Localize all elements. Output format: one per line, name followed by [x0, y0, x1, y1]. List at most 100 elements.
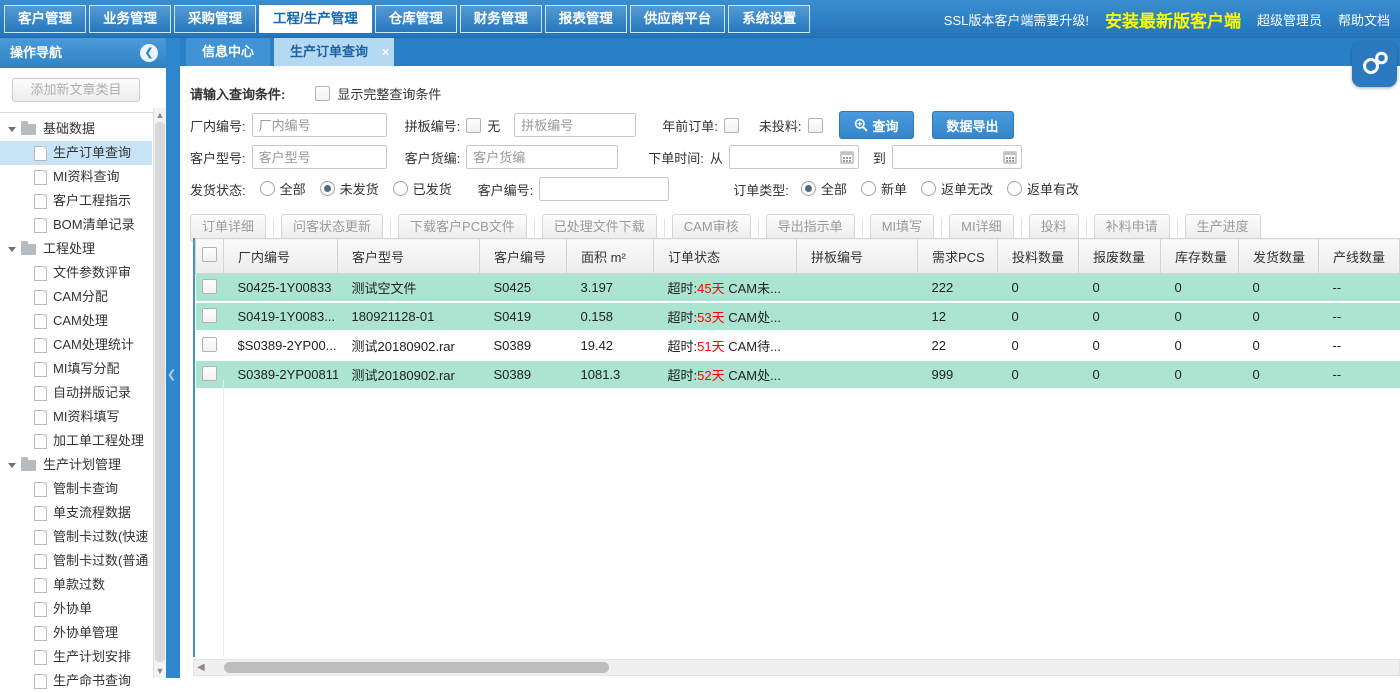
tree-item-客户工程指示[interactable]: 客户工程指示: [0, 189, 152, 213]
tree-item-CAM分配[interactable]: CAM分配: [0, 285, 152, 309]
select-all-checkbox[interactable]: [202, 247, 217, 262]
column-header-产线数量[interactable]: 产线数量: [1319, 239, 1400, 274]
tree-item-生产订单查询[interactable]: 生产订单查询: [0, 141, 152, 165]
tree-item-基础数据[interactable]: 基础数据: [0, 117, 152, 141]
tree-item-MI资料填写[interactable]: MI资料填写: [0, 405, 152, 429]
topnav-tab-财务管理[interactable]: 财务管理: [460, 5, 542, 33]
calendar-icon[interactable]: [840, 150, 854, 164]
caret-down-icon[interactable]: [8, 247, 16, 252]
column-header-客户编号[interactable]: 客户编号: [480, 239, 567, 274]
scroll-down-icon[interactable]: ▼: [154, 666, 166, 676]
factory-no-input[interactable]: [252, 113, 387, 137]
ship-status-option-已发货[interactable]: 已发货: [393, 179, 452, 198]
sidebar-scrollbar-thumb[interactable]: [155, 122, 165, 662]
tree-item-CAM处理统计[interactable]: CAM处理统计: [0, 333, 152, 357]
toolbar-divider: [758, 219, 759, 237]
search-button[interactable]: 查询: [839, 111, 914, 139]
pane-splitter[interactable]: ❮: [166, 38, 180, 678]
row-checkbox[interactable]: [202, 337, 217, 352]
topnav-tab-仓库管理[interactable]: 仓库管理: [375, 5, 457, 33]
calendar-icon[interactable]: [1003, 150, 1017, 164]
panel-no-input[interactable]: [514, 113, 636, 137]
tree-item-MI填写分配[interactable]: MI填写分配: [0, 357, 152, 381]
customer-code-input[interactable]: [466, 145, 618, 169]
caret-down-icon[interactable]: [8, 127, 16, 132]
column-header-面积 m²[interactable]: 面积 m²: [567, 239, 654, 274]
panel-none-checkbox[interactable]: [466, 118, 481, 133]
tree-item-MI资料查询[interactable]: MI资料查询: [0, 165, 152, 189]
table-row[interactable]: S0389-2YP00811测试20180902.rarS03891081.3超…: [196, 360, 1400, 389]
customer-no-input[interactable]: [539, 177, 669, 201]
table-row[interactable]: $S0389-2YP00...测试20180902.rarS038919.42超…: [196, 331, 1400, 360]
row-checkbox[interactable]: [202, 279, 217, 294]
row-checkbox[interactable]: [202, 366, 217, 381]
table-row[interactable]: S0425-1Y00833测试空文件S04253.197超时:45天 CAM未.…: [196, 274, 1400, 303]
tree-item-生产命书查询[interactable]: 生产命书查询: [0, 669, 152, 693]
show-full-conditions-checkbox[interactable]: [315, 86, 330, 101]
close-icon[interactable]: ×: [382, 38, 389, 66]
topnav-tab-供应商平台[interactable]: 供应商平台: [630, 5, 726, 33]
sidebar-scrollbar[interactable]: ▲ ▼: [153, 108, 166, 678]
column-header-订单状态[interactable]: 订单状态: [654, 239, 797, 274]
column-header-厂内编号[interactable]: 厂内编号: [224, 239, 338, 274]
order-type-option-全部[interactable]: 全部: [801, 179, 847, 198]
horizontal-scrollbar-thumb[interactable]: [224, 662, 609, 673]
tree-item-外协单管理[interactable]: 外协单管理: [0, 621, 152, 645]
not-fed-checkbox[interactable]: [808, 118, 823, 133]
ship-status-option-全部[interactable]: 全部: [260, 179, 306, 198]
topnav-tab-报表管理[interactable]: 报表管理: [545, 5, 627, 33]
ship-status-option-未发货[interactable]: 未发货: [320, 179, 379, 198]
column-header-发货数量[interactable]: 发货数量: [1239, 239, 1319, 274]
column-header-报废数量[interactable]: 报废数量: [1079, 239, 1161, 274]
order-type-option-返单有改[interactable]: 返单有改: [1007, 179, 1079, 198]
data-export-button[interactable]: 数据导出: [932, 111, 1014, 139]
tree-item-BOM清单记录[interactable]: BOM清单记录: [0, 213, 152, 237]
topnav-tab-采购管理[interactable]: 采购管理: [174, 5, 256, 33]
column-header-库存数量[interactable]: 库存数量: [1161, 239, 1239, 274]
order-type-option-返单无改[interactable]: 返单无改: [921, 179, 993, 198]
contact-widget-button[interactable]: [1352, 42, 1397, 87]
column-header-需求PCS[interactable]: 需求PCS: [918, 239, 998, 274]
order-type-option-新单[interactable]: 新单: [861, 179, 907, 198]
topnav-tab-系统设置[interactable]: 系统设置: [728, 5, 810, 33]
tree-item-文件参数评审[interactable]: 文件参数评审: [0, 261, 152, 285]
tree-item-工程处理[interactable]: 工程处理: [0, 237, 152, 261]
horizontal-scrollbar[interactable]: ◀: [193, 659, 1400, 676]
tree-item-生产计划安排[interactable]: 生产计划安排: [0, 645, 152, 669]
radio-icon: [260, 181, 275, 196]
add-category-button[interactable]: 添加新文章类目: [12, 78, 140, 102]
topnav-tab-客户管理[interactable]: 客户管理: [4, 5, 86, 33]
topnav-tab-业务管理[interactable]: 业务管理: [89, 5, 171, 33]
tree-item-CAM处理[interactable]: CAM处理: [0, 309, 152, 333]
topnav-tab-工程/生产管理[interactable]: 工程/生产管理: [259, 5, 372, 33]
scroll-up-icon[interactable]: ▲: [154, 110, 166, 120]
tree-item-加工单工程处理[interactable]: 加工单工程处理: [0, 429, 152, 453]
splitter-collapse-icon[interactable]: ❮: [167, 368, 176, 381]
file-icon: [34, 314, 47, 329]
tree-item-管制卡查询[interactable]: 管制卡查询: [0, 477, 152, 501]
help-link[interactable]: 帮助文档: [1338, 10, 1390, 29]
current-user[interactable]: 超级管理员: [1257, 10, 1322, 29]
pre-year-checkbox[interactable]: [724, 118, 739, 133]
tree-item-单支流程数据[interactable]: 单支流程数据: [0, 501, 152, 525]
tree-item-外协单[interactable]: 外协单: [0, 597, 152, 621]
row-checkbox[interactable]: [202, 308, 217, 323]
folder-icon: [21, 460, 36, 471]
tree-item-管制卡过数(普通[interactable]: 管制卡过数(普通: [0, 549, 152, 573]
tree-item-生产计划管理[interactable]: 生产计划管理: [0, 453, 152, 477]
column-header-投料数量[interactable]: 投料数量: [998, 239, 1079, 274]
content-tab-信息中心[interactable]: 信息中心: [186, 38, 270, 66]
scroll-left-icon[interactable]: ◀: [197, 662, 205, 673]
customer-model-input[interactable]: [252, 145, 387, 169]
chevron-left-circle-icon[interactable]: ❮: [140, 44, 158, 62]
caret-down-icon[interactable]: [8, 463, 16, 468]
order-type-radio-group: 全部新单返单无改返单有改: [801, 179, 1093, 199]
content-tab-生产订单查询[interactable]: 生产订单查询×: [274, 38, 394, 66]
tree-item-自动拼版记录[interactable]: 自动拼版记录: [0, 381, 152, 405]
column-header-客户型号[interactable]: 客户型号: [338, 239, 480, 274]
install-client-link[interactable]: 安装最新版客户端: [1105, 7, 1241, 32]
table-row[interactable]: S0419-1Y0083...180921128-01S04190.158超时:…: [196, 302, 1400, 331]
column-header-拼板编号[interactable]: 拼板编号: [797, 239, 918, 274]
tree-item-单款过数[interactable]: 单款过数: [0, 573, 152, 597]
tree-item-管制卡过数(快速[interactable]: 管制卡过数(快速: [0, 525, 152, 549]
